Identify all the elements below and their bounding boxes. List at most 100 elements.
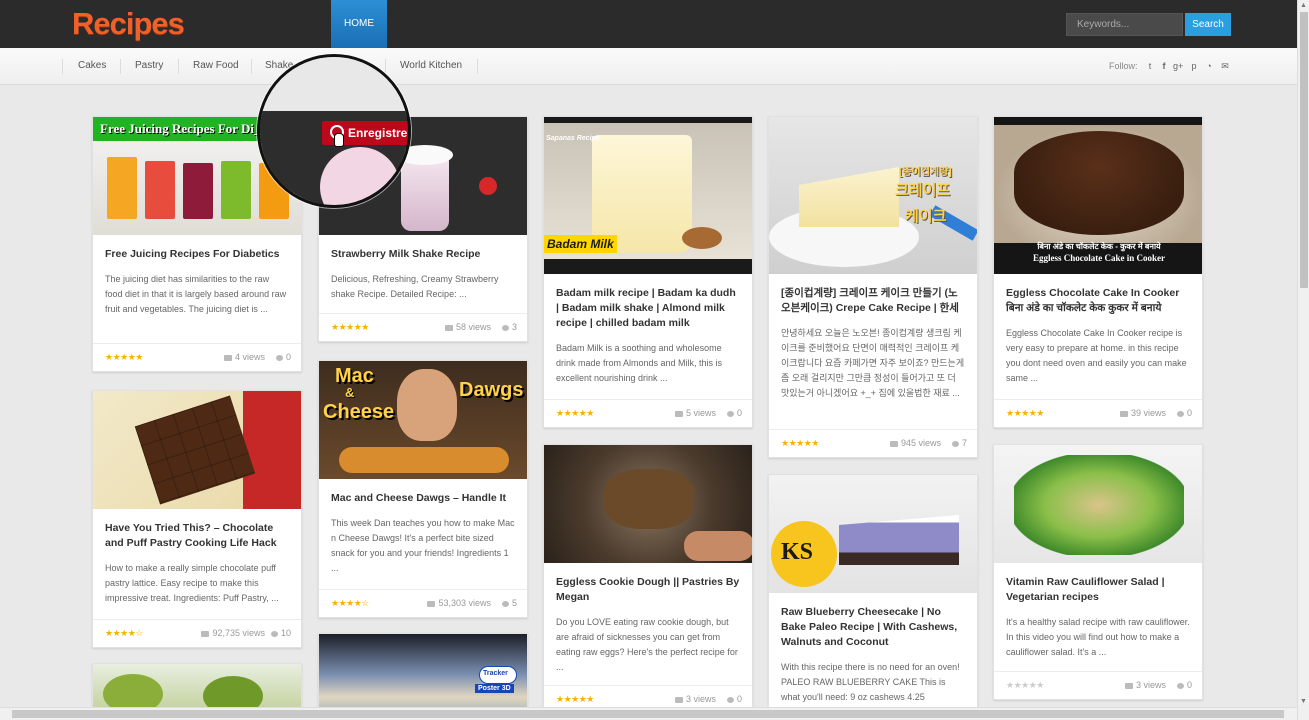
rating-stars[interactable]: ★★★★★ [105, 352, 143, 363]
comment-count[interactable]: 3 [501, 322, 517, 332]
horizontal-scrollbar-thumb[interactable] [12, 710, 1284, 718]
recipe-thumbnail[interactable] [544, 445, 752, 563]
lens-nav-background [260, 57, 408, 111]
rating-stars[interactable]: ★★★★☆ [331, 598, 369, 609]
tab-home[interactable]: HOME [331, 0, 387, 48]
recipe-card[interactable]: Have You Tried This? – Chocolate and Puf… [92, 390, 302, 648]
thumbnail-text: Badam Milk [544, 235, 617, 253]
nav-item-cakes[interactable]: Cakes [78, 48, 106, 85]
recipe-card[interactable]: बिना अंडे का चॉकलेट केक - कुकर में बनाये… [993, 116, 1203, 428]
site-logo[interactable]: Recipes [72, 6, 185, 42]
view-count: 5 views [674, 408, 716, 418]
recipe-title[interactable]: Raw Blueberry Cheesecake | No Bake Paleo… [769, 605, 977, 650]
comment-count[interactable]: 0 [1176, 408, 1192, 418]
recipe-excerpt: Do you LOVE eating raw cookie dough, but… [556, 617, 738, 672]
rating-stars[interactable]: ★★★★★ [1006, 408, 1044, 419]
thumbnail-text: Tracker [483, 670, 508, 677]
nav-divider [62, 59, 63, 74]
recipe-card[interactable]: Eggless Cookie Dough || Pastries By Mega… [543, 444, 753, 714]
nav-divider [477, 59, 478, 74]
pinterest-icon[interactable]: p [1189, 61, 1199, 71]
rating-stars[interactable]: ★★★★☆ [105, 628, 143, 639]
comment-count[interactable]: 5 [501, 598, 517, 608]
thumbnail-text: 케이크 [905, 208, 947, 225]
camera-icon [674, 696, 683, 703]
recipe-card[interactable]: KS Raw Blueberry Cheesecake | No Bake Pa… [768, 474, 978, 720]
recipe-title[interactable]: Eggless Chocolate Cake In Cooker बिना अं… [994, 286, 1202, 316]
rating-stars[interactable]: ★★★★★ [331, 322, 369, 333]
rss-icon[interactable]: ◔ [1204, 61, 1214, 71]
blueberry-cheesecake [839, 515, 959, 565]
recipe-card[interactable]: Mac & Cheese Dawgs Mac and Cheese Dawgs … [318, 360, 528, 618]
thumbnail-text: [종이컵계량] [899, 167, 952, 178]
cauliflower-salad [1014, 455, 1184, 555]
recipe-card[interactable]: Sapanas Recipe Badam Milk Badam milk rec… [543, 116, 753, 428]
rating-stars[interactable]: ★★★★★ [556, 408, 594, 419]
thumbnail-text: Dawgs [459, 379, 524, 401]
nav-item-raw-food[interactable]: Raw Food [193, 48, 239, 85]
comment-count[interactable]: 0 [1176, 680, 1192, 690]
recipe-excerpt: 안녕하세요 오늘은 노오븐! 종이컵계량 생크림 케이크를 준비했어요 단면이 … [781, 328, 965, 398]
scroll-up-arrow-icon[interactable]: ▲ [1298, 0, 1309, 11]
mac-cheese-dawgs [339, 447, 509, 473]
vertical-scrollbar[interactable]: ▲ ▼ [1297, 0, 1309, 720]
twitter-icon[interactable]: t [1145, 61, 1155, 71]
recipe-card[interactable]: Vitamin Raw Cauliflower Salad | Vegetari… [993, 444, 1203, 700]
search-input[interactable] [1066, 13, 1183, 36]
recipe-title[interactable]: [종이컵계량] 크레이프 케이크 만들기 (노오븐케이크) Crepe Cake… [769, 286, 977, 316]
nav-item-world-kitchen[interactable]: World Kitchen [400, 48, 462, 85]
recipe-title[interactable]: Have You Tried This? – Chocolate and Puf… [93, 521, 301, 551]
recipe-title[interactable]: Badam milk recipe | Badam ka dudh | Bada… [544, 286, 752, 331]
recipe-card[interactable]: [종이컵계량] 크레이프 케이크 [종이컵계량] 크레이프 케이크 만들기 (노… [768, 116, 978, 458]
comment-count[interactable]: 0 [726, 694, 742, 704]
camera-icon [1119, 410, 1128, 417]
camera-icon [674, 410, 683, 417]
camera-icon [1124, 682, 1133, 689]
recipe-title[interactable]: Vitamin Raw Cauliflower Salad | Vegetari… [994, 575, 1202, 605]
recipe-thumbnail[interactable]: बिना अंडे का चॉकलेट केक - कुकर में बनाये… [994, 117, 1202, 274]
google-plus-icon[interactable]: g+ [1173, 61, 1183, 71]
recipe-excerpt: The juicing diet has similarities to the… [105, 274, 287, 314]
thumbnail-text: & [345, 385, 355, 400]
crepe-cake [799, 167, 899, 227]
email-icon[interactable]: ✉ [1220, 61, 1230, 71]
comment-count[interactable]: 0 [726, 408, 742, 418]
comment-icon [951, 440, 959, 447]
recipe-title[interactable]: Mac and Cheese Dawgs – Handle It [319, 491, 527, 506]
thumbnail-text: बिना अंडे का चॉकलेट केक - कुकर में बनाये [1037, 242, 1161, 251]
recipe-excerpt: This week Dan teaches you how to make Ma… [331, 518, 515, 573]
recipe-thumbnail[interactable]: KS [769, 475, 977, 593]
horizontal-scrollbar[interactable] [0, 707, 1297, 720]
recipe-title[interactable]: Eggless Cookie Dough || Pastries By Mega… [544, 575, 752, 605]
recipe-title[interactable]: Free Juicing Recipes For Diabetics [93, 247, 301, 262]
comment-count[interactable]: 7 [951, 438, 967, 448]
comment-icon [270, 630, 278, 637]
recipe-thumbnail[interactable]: Mac & Cheese Dawgs [319, 361, 527, 479]
recipe-meta: ★★★★★ 945 views 7 [769, 429, 977, 457]
recipe-thumbnail[interactable]: Sapanas Recipe Badam Milk [544, 117, 752, 274]
milkshake-glass [401, 157, 449, 231]
recipe-title[interactable]: Strawberry Milk Shake Recipe [319, 247, 527, 262]
comment-count[interactable]: 10 [270, 628, 291, 638]
thumbnail-text: Eggless Chocolate Cake in Cooker [1033, 253, 1165, 263]
comment-count[interactable]: 0 [275, 352, 291, 362]
rating-stars[interactable]: ★★★★★ [556, 694, 594, 705]
recipe-meta: ★★★★★ 5 views 0 [544, 399, 752, 427]
recipe-excerpt: How to make a really simple chocolate pu… [105, 563, 279, 603]
recipe-meta: ★★★★☆ 53,303 views 5 [319, 589, 527, 617]
nav-item-pastry[interactable]: Pastry [135, 48, 163, 85]
view-count: 945 views [889, 438, 941, 448]
thumbnail-text: Free Juicing Recipes For Di_cS [100, 121, 274, 136]
scrollbar-thumb[interactable] [1300, 12, 1308, 288]
search-button[interactable]: Search [1185, 13, 1231, 36]
rating-stars[interactable]: ★★★★★ [1006, 680, 1044, 691]
rating-stars[interactable]: ★★★★★ [781, 438, 819, 449]
recipe-thumbnail[interactable] [994, 445, 1202, 563]
recipe-thumbnail[interactable]: [종이컵계량] 크레이프 케이크 [769, 117, 977, 274]
recipe-thumbnail[interactable] [93, 391, 301, 509]
facebook-icon[interactable]: f [1159, 61, 1169, 71]
thumbnail-text: Sapanas Recipe [546, 135, 600, 142]
scroll-down-arrow-icon[interactable]: ▼ [1298, 696, 1309, 707]
camera-icon [889, 440, 898, 447]
thumbnail-text: Poster 3D [475, 684, 514, 693]
